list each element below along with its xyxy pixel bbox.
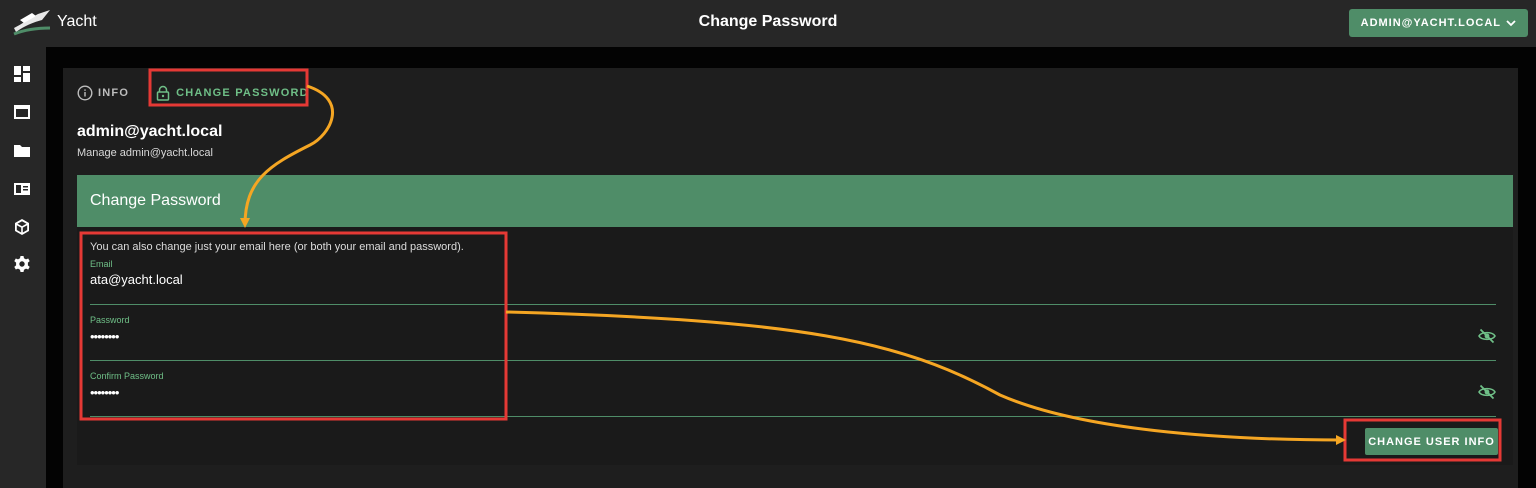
gear-icon[interactable] bbox=[12, 254, 32, 274]
form-hint: You can also change just your email here… bbox=[90, 241, 464, 253]
sidebar bbox=[0, 47, 46, 488]
form-title: Change Password bbox=[90, 192, 221, 209]
dashboard-icon[interactable] bbox=[12, 64, 32, 84]
confirm-password-field[interactable]: Confirm Password •••••••• bbox=[90, 371, 1496, 417]
chevron-down-icon bbox=[1506, 20, 1516, 27]
confirm-password-label: Confirm Password bbox=[90, 371, 164, 381]
app-title[interactable]: Yacht bbox=[57, 13, 97, 31]
box-icon[interactable] bbox=[12, 217, 32, 237]
folder-icon[interactable] bbox=[12, 141, 32, 161]
lock-icon bbox=[156, 85, 170, 101]
account-subtitle: Manage admin@yacht.local bbox=[77, 147, 213, 159]
window-icon[interactable] bbox=[12, 102, 32, 122]
eye-off-icon[interactable] bbox=[1478, 383, 1496, 401]
info-icon bbox=[77, 85, 93, 101]
eye-off-icon[interactable] bbox=[1478, 327, 1496, 345]
tab-info[interactable]: INFO bbox=[77, 78, 137, 108]
email-label: Email bbox=[90, 259, 113, 269]
settings-tabs: INFO CHANGE PASSWORD bbox=[77, 78, 317, 108]
change-password-form: Change Password You can also change just… bbox=[77, 175, 1513, 465]
password-label: Password bbox=[90, 315, 130, 325]
confirm-password-input[interactable]: •••••••• bbox=[90, 385, 119, 400]
email-input[interactable]: ata@yacht.local bbox=[90, 272, 183, 287]
main-content: INFO CHANGE PASSWORD admin@yacht.local M… bbox=[46, 47, 1536, 488]
page-title: Change Password bbox=[698, 13, 838, 30]
app-bar: Yacht Change Password ADMIN@YACHT.LOCAL bbox=[0, 0, 1536, 47]
password-field[interactable]: Password •••••••• bbox=[90, 315, 1496, 361]
password-input[interactable]: •••••••• bbox=[90, 329, 119, 344]
tab-change-password-label: CHANGE PASSWORD bbox=[176, 87, 309, 99]
tab-info-label: INFO bbox=[98, 87, 130, 99]
email-field[interactable]: Email ata@yacht.local bbox=[90, 259, 1496, 305]
user-menu-button[interactable]: ADMIN@YACHT.LOCAL bbox=[1348, 9, 1528, 37]
user-settings-card: INFO CHANGE PASSWORD admin@yacht.local M… bbox=[63, 68, 1518, 488]
template-icon[interactable] bbox=[12, 179, 32, 199]
user-menu-label: ADMIN@YACHT.LOCAL bbox=[1360, 17, 1501, 29]
change-user-info-button[interactable]: CHANGE USER INFO bbox=[1365, 428, 1498, 455]
account-email-heading: admin@yacht.local bbox=[77, 123, 223, 140]
yacht-logo-icon[interactable] bbox=[12, 8, 52, 38]
tab-change-password[interactable]: CHANGE PASSWORD bbox=[147, 78, 317, 108]
form-header: Change Password bbox=[77, 175, 1513, 227]
